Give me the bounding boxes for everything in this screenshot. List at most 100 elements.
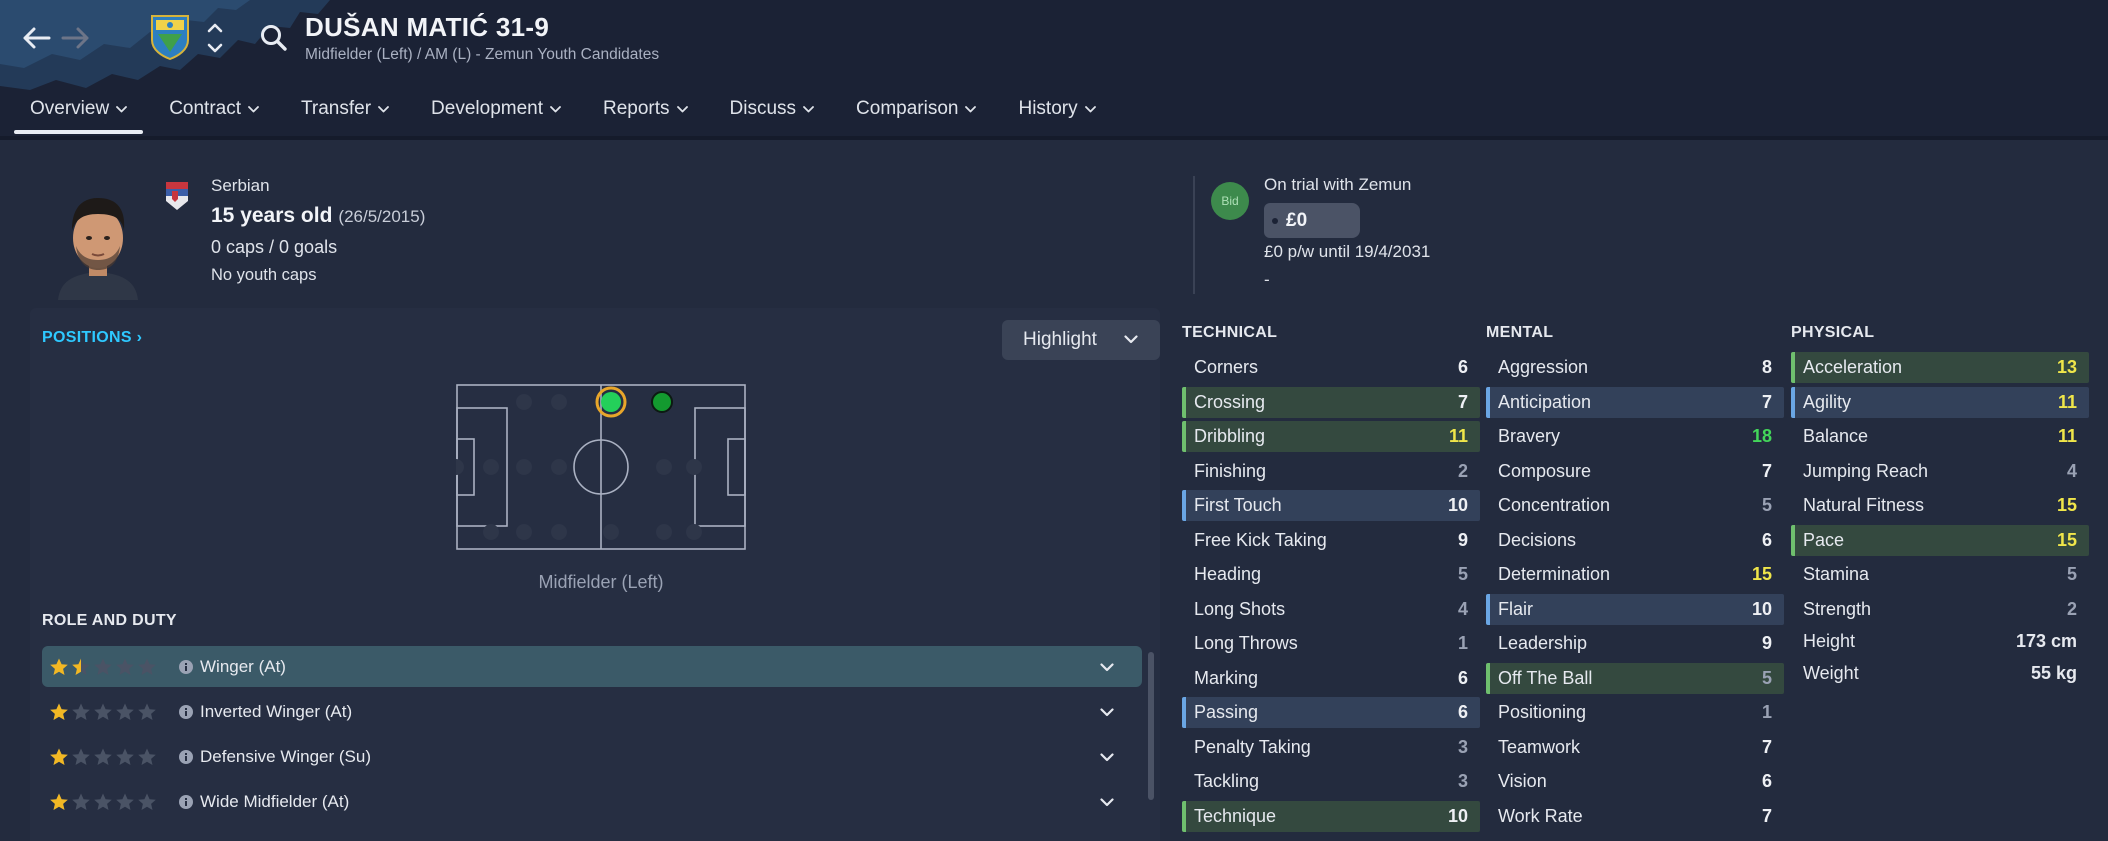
club-crest-icon[interactable] <box>150 14 190 60</box>
attr-finishing[interactable]: Finishing 2 <box>1182 456 1480 487</box>
tab-history[interactable]: History <box>1002 94 1111 134</box>
attr-acceleration[interactable]: Acceleration 13 <box>1791 352 2089 383</box>
attr-value: 1 <box>1457 633 1468 653</box>
attr-name: Work Rate <box>1498 805 1583 826</box>
tab-reports[interactable]: Reports <box>587 94 704 134</box>
chevron-down-icon[interactable] <box>1100 753 1114 762</box>
attr-long-throws[interactable]: Long Throws 1 <box>1182 628 1480 659</box>
attr-tackling[interactable]: Tackling 3 <box>1182 766 1480 797</box>
highlight-dropdown[interactable]: Highlight <box>1002 320 1160 360</box>
attr-name: Crossing <box>1194 391 1266 412</box>
attr-value: 15 <box>2056 529 2077 550</box>
info-icon[interactable] <box>178 704 194 720</box>
attr-name: Tackling <box>1194 771 1260 791</box>
physical-title: PHYSICAL <box>1791 324 1875 341</box>
attr-value: 5 <box>1761 495 1772 515</box>
attr-corners[interactable]: Corners 6 <box>1182 352 1480 383</box>
attr-stamina[interactable]: Stamina 5 <box>1791 559 2089 590</box>
tab-discuss[interactable]: Discuss <box>714 94 831 134</box>
tab-development[interactable]: Development <box>415 94 577 134</box>
attr-name: Corners <box>1194 357 1259 377</box>
attr-name: Finishing <box>1194 460 1267 481</box>
role-row-winger-at[interactable]: Winger (At) <box>42 646 1142 687</box>
attr-flair[interactable]: Flair 10 <box>1486 593 1784 625</box>
search-icon[interactable] <box>258 22 290 54</box>
attr-value: 4 <box>1457 598 1468 619</box>
attr-strength[interactable]: Strength 2 <box>1791 594 2089 625</box>
attr-bravery[interactable]: Bravery 18 <box>1486 421 1784 452</box>
role-row-defensive-winger-su[interactable]: Defensive Winger (Su) <box>42 736 1142 777</box>
positions-link[interactable]: POSITIONS › <box>42 329 142 347</box>
attr-long-shots[interactable]: Long Shots 4 <box>1182 594 1480 625</box>
info-icon[interactable] <box>178 794 194 810</box>
transfer-fee-tag: £0 <box>1264 203 1360 238</box>
attr-free-kick-taking[interactable]: Free Kick Taking 9 <box>1182 525 1480 556</box>
attr-natural-fitness[interactable]: Natural Fitness 15 <box>1791 490 2089 521</box>
attr-composure[interactable]: Composure 7 <box>1486 456 1784 487</box>
role-list: Winger (At) Inverted Winger (At) Defensive… <box>42 646 1142 826</box>
age-text: 15 years old <box>211 204 333 227</box>
attr-technique[interactable]: Technique 10 <box>1182 800 1480 832</box>
attr-name: Dribbling <box>1194 426 1266 446</box>
info-icon[interactable] <box>178 749 194 765</box>
tag-hole <box>1272 217 1278 224</box>
attr-value: 8 <box>1761 357 1772 377</box>
tab-comparison[interactable]: Comparison <box>840 94 992 134</box>
tab-contract[interactable]: Contract <box>153 94 275 134</box>
role-list-scrollbar[interactable] <box>1148 652 1154 800</box>
attr-decisions[interactable]: Decisions 6 <box>1486 525 1784 556</box>
attr-value: 7 <box>1457 391 1468 412</box>
attr-value: 6 <box>1761 529 1772 550</box>
physical-attributes: PHYSICAL Acceleration 13 Agility 11 Balance 1… <box>1791 324 2089 693</box>
attr-anticipation[interactable]: Anticipation 7 <box>1486 386 1784 418</box>
attr-name: Long Throws <box>1194 633 1298 653</box>
attr-name: Aggression <box>1498 357 1589 377</box>
player-subtitle: Midfielder (Left) / AM (L) - Zemun Youth… <box>305 46 660 63</box>
attr-jumping-reach[interactable]: Jumping Reach 4 <box>1791 456 2089 487</box>
forward-button[interactable] <box>54 16 98 60</box>
role-row-inverted-winger-at[interactable]: Inverted Winger (At) <box>42 691 1142 732</box>
back-button[interactable] <box>14 16 58 60</box>
attr-value: 7 <box>1761 805 1772 826</box>
tab-label: Transfer <box>301 98 372 119</box>
attr-value: 10 <box>1447 495 1468 515</box>
attr-name: Composure <box>1498 460 1592 481</box>
chevron-down-icon[interactable] <box>1100 708 1114 717</box>
attr-concentration[interactable]: Concentration 5 <box>1486 490 1784 521</box>
attr-work-rate[interactable]: Work Rate 7 <box>1486 801 1784 832</box>
attr-value: 5 <box>2066 564 2077 584</box>
attr-aggression[interactable]: Aggression 8 <box>1486 352 1784 383</box>
attr-passing[interactable]: Passing 6 <box>1182 697 1480 728</box>
attr-leadership[interactable]: Leadership 9 <box>1486 628 1784 659</box>
attr-value: 18 <box>1751 426 1772 446</box>
attr-pace[interactable]: Pace 15 <box>1791 524 2089 556</box>
profile-divider <box>1193 176 1195 294</box>
attr-off-the-ball[interactable]: Off The Ball 5 <box>1486 662 1784 694</box>
attr-heading[interactable]: Heading 5 <box>1182 559 1480 590</box>
height-value: 173 cm <box>2015 630 2077 651</box>
attr-teamwork[interactable]: Teamwork 7 <box>1486 732 1784 763</box>
tab-overview[interactable]: Overview <box>14 94 144 134</box>
attr-dribbling[interactable]: Dribbling 11 <box>1182 421 1480 452</box>
attr-value: 7 <box>1761 460 1772 481</box>
role-row-wide-midfielder-at[interactable]: Wide Midfielder (At) <box>42 781 1142 822</box>
attr-agility[interactable]: Agility 11 <box>1791 386 2089 418</box>
attr-first-touch[interactable]: First Touch 10 <box>1182 490 1480 521</box>
up-down-chevron-icon[interactable] <box>204 18 226 58</box>
chevron-down-icon[interactable] <box>1100 798 1114 807</box>
bid-button[interactable]: Bid <box>1211 182 1249 220</box>
chevron-down-icon <box>248 105 259 112</box>
attr-name: Vision <box>1498 771 1547 791</box>
attr-crossing[interactable]: Crossing 7 <box>1182 386 1480 418</box>
attr-determination[interactable]: Determination 15 <box>1486 559 1784 590</box>
attr-vision[interactable]: Vision 6 <box>1486 766 1784 797</box>
arrow-right-icon <box>61 27 89 49</box>
chevron-down-icon[interactable] <box>1100 663 1114 672</box>
tab-transfer[interactable]: Transfer <box>285 94 405 134</box>
attr-positioning[interactable]: Positioning 1 <box>1486 697 1784 728</box>
attr-value: 15 <box>2056 495 2077 515</box>
attr-marking[interactable]: Marking 6 <box>1182 663 1480 694</box>
info-icon[interactable] <box>178 659 194 675</box>
attr-balance[interactable]: Balance 11 <box>1791 421 2089 452</box>
attr-penalty-taking[interactable]: Penalty Taking 3 <box>1182 732 1480 763</box>
